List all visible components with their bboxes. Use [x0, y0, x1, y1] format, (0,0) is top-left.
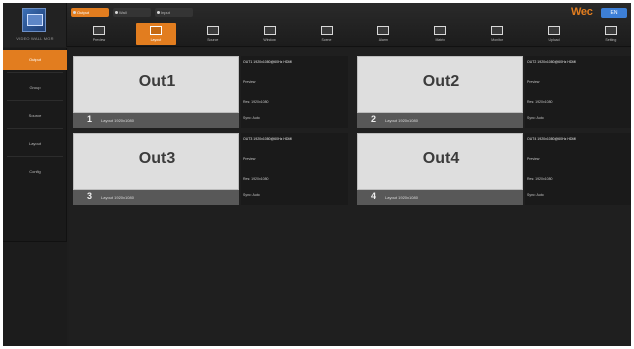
output-number: 3 [87, 191, 93, 201]
sidebar-item-layout[interactable]: Layout [3, 134, 67, 154]
output-name: Out4 [422, 150, 460, 167]
output-card[interactable]: Out4 4 Layout 1920x1080 OUT4 1920x1080@6… [357, 130, 631, 207]
output-number: 2 [371, 114, 377, 124]
output-info-title: OUT3 1920x1080@60Hz HDMI [243, 137, 293, 141]
output-card[interactable]: Out3 3 Layout 1920x1080 OUT3 1920x1080@6… [73, 130, 348, 207]
display-icon [491, 26, 504, 35]
sidebar-divider [7, 156, 63, 157]
output-footer: 4 Layout 1920x1080 [357, 190, 523, 205]
alarm-icon [377, 26, 390, 35]
tool-scene[interactable]: Scene [307, 23, 347, 45]
output-info-line: Res: 1920x1080 [243, 100, 269, 104]
tool-matrix[interactable]: Matrix [420, 23, 460, 45]
tool-source[interactable]: Source [193, 23, 233, 45]
output-info-line: Sync: Auto [527, 193, 544, 197]
language-button[interactable]: EN [601, 8, 627, 18]
main-content: Out1 1 Layout 1920x1080 OUT1 1920x1080@6… [69, 48, 631, 346]
window-icon [263, 26, 276, 35]
output-preview[interactable]: Out2 [357, 56, 523, 113]
sidebar-divider [7, 128, 63, 129]
tool-label: Setting [605, 38, 617, 42]
output-info-title: OUT4 1920x1080@60Hz HDMI [527, 137, 577, 141]
tool-preview[interactable]: Preview [79, 23, 119, 45]
sidebar-divider [7, 72, 63, 73]
tool-label: Source [207, 38, 219, 42]
tool-layout[interactable]: Layout [135, 23, 176, 45]
output-card[interactable]: Out1 1 Layout 1920x1080 OUT1 1920x1080@6… [73, 53, 348, 130]
sidebar: Output Group Source Layout Config [3, 48, 67, 346]
mode-tabs: Output Wall Input [71, 8, 193, 18]
sidebar-item-group[interactable]: Group [3, 78, 67, 98]
output-info-line: Sync: Auto [243, 116, 260, 120]
output-footer: 1 Layout 1920x1080 [73, 113, 239, 128]
tool-setting[interactable]: Setting [591, 23, 631, 45]
tool-label: Monitor [491, 38, 503, 42]
tool-label: Window [263, 38, 276, 42]
output-name: Out2 [422, 73, 460, 90]
tool-label: Matrix [435, 38, 446, 42]
output-info-line: Preview [243, 80, 256, 84]
layout-icon [149, 26, 162, 35]
tool-monitor[interactable]: Monitor [477, 23, 517, 45]
output-footer: 3 Layout 1920x1080 [73, 190, 239, 205]
output-number: 4 [371, 191, 377, 201]
output-name: Out3 [138, 150, 176, 167]
output-footer-label: Layout 1920x1080 [385, 195, 418, 200]
logo-area[interactable]: VIDEO WALL MGR [3, 3, 67, 47]
tool-alarm[interactable]: Alarm [363, 23, 403, 45]
tool-label: Alarm [378, 38, 388, 42]
output-info-line: Res: 1920x1080 [527, 177, 553, 181]
scene-icon [320, 26, 333, 35]
output-footer-label: Layout 1920x1080 [101, 118, 134, 123]
output-footer-label: Layout 1920x1080 [385, 118, 418, 123]
sidebar-item-source[interactable]: Source [3, 106, 67, 126]
output-info-title: OUT1 1920x1080@60Hz HDMI [243, 60, 293, 64]
output-info-line: Sync: Auto [243, 193, 260, 197]
mode-tab-output[interactable]: Output [71, 8, 109, 17]
output-number: 1 [87, 114, 93, 124]
output-preview[interactable]: Out4 [357, 133, 523, 190]
output-info-line: Res: 1920x1080 [243, 177, 269, 181]
output-info-line: Sync: Auto [527, 116, 544, 120]
app-logo-icon [22, 8, 46, 32]
tool-label: Scene [321, 38, 332, 42]
logo-caption: VIDEO WALL MGR [16, 36, 54, 41]
top-bar: VIDEO WALL MGR Output Wall Input Wec EN … [3, 3, 631, 47]
output-info-title: OUT2 1920x1080@60Hz HDMI [527, 60, 577, 64]
sidebar-item-config[interactable]: Config [3, 162, 67, 182]
output-info-panel: OUT1 1920x1080@60Hz HDMI Preview Res: 19… [241, 56, 348, 128]
output-info-panel: OUT4 1920x1080@60Hz HDMI Preview Res: 19… [525, 133, 631, 205]
source-icon [206, 26, 219, 35]
settings-icon [604, 26, 617, 35]
output-preview[interactable]: Out3 [73, 133, 239, 190]
mode-tab-input[interactable]: Input [155, 8, 193, 17]
output-info-line: Res: 1920x1080 [527, 100, 553, 104]
monitor-icon [93, 26, 105, 35]
app-window: VIDEO WALL MGR Output Wall Input Wec EN … [3, 3, 631, 346]
toolbar: Preview Layout Source Window Scene Alarm [79, 23, 631, 45]
tool-label: Preview [92, 38, 106, 42]
output-info-line: Preview [527, 157, 540, 161]
output-info-panel: OUT2 1920x1080@60Hz HDMI Preview Res: 19… [525, 56, 631, 128]
tool-label: Upload [548, 38, 560, 42]
tool-label: Layout [150, 38, 162, 42]
output-name: Out1 [138, 73, 176, 90]
output-footer-label: Layout 1920x1080 [101, 195, 134, 200]
output-info-line: Preview [243, 157, 256, 161]
matrix-icon [434, 26, 447, 35]
sidebar-lower-panel [3, 241, 67, 346]
upload-icon [548, 26, 560, 35]
output-preview[interactable]: Out1 [73, 56, 239, 113]
output-info-line: Preview [527, 80, 540, 84]
brand-name: Wec [571, 6, 593, 18]
sidebar-item-output[interactable]: Output [3, 50, 67, 70]
output-footer: 2 Layout 1920x1080 [357, 113, 523, 128]
tool-window[interactable]: Window [250, 23, 290, 45]
output-card[interactable]: Out2 2 Layout 1920x1080 OUT2 1920x1080@6… [357, 53, 631, 130]
tool-upload[interactable]: Upload [534, 23, 574, 45]
mode-tab-wall[interactable]: Wall [113, 8, 151, 17]
sidebar-divider [7, 100, 63, 101]
output-info-panel: OUT3 1920x1080@60Hz HDMI Preview Res: 19… [241, 133, 348, 205]
